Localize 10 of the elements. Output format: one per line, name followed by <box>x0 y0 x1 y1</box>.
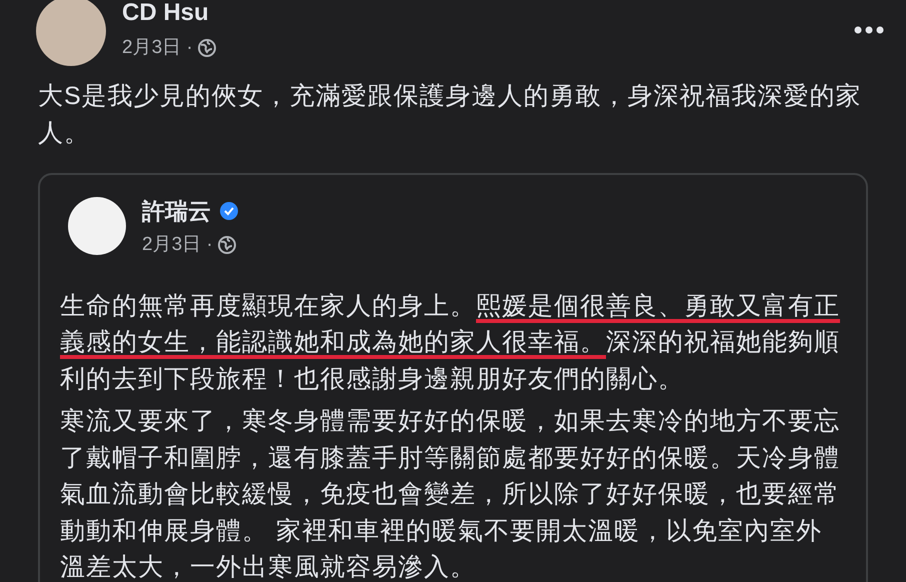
author-name[interactable]: CD Hsu <box>122 0 217 28</box>
more-options-icon[interactable] <box>854 26 884 34</box>
author-name[interactable]: 許瑞云 <box>142 197 211 225</box>
post-date[interactable]: 2月3日 · <box>142 231 213 260</box>
post-paragraph: 生命的無常再度顯現在家人的身上。熙媛是個很善良、勇敢又富有正 義感的女生，能認識她和成為她的家人很幸福。深深的祝福她能夠順 利的去到下段旅程！也很感謝身邊親朋好友們的關心。 <box>60 290 840 394</box>
globe-icon <box>196 38 217 58</box>
post-text: 大S是我少見的俠女，充滿愛跟保護身邊人的勇敢，身深祝福我深愛的家 人。 <box>38 81 863 148</box>
post-paragraph: 寒流又要來了，寒冬身體需要好好的保暖，如果去寒冷的地方不要忘 了戴帽子和圍脖，還有膝蓋手肘等關節處都要好好的保暖。天冷身體 氣血流動會比較緩慢，免疫也會變差，所以除了好好保暖，也要經常 動動和伸展身體。 家裡和車裡的暖氣不要開太溫暖，以免室內室外 溫差太大，一外出寒風就容易滲入。 <box>60 406 840 582</box>
globe-icon <box>216 235 237 256</box>
post-date[interactable]: 2月3日 · <box>122 34 193 62</box>
